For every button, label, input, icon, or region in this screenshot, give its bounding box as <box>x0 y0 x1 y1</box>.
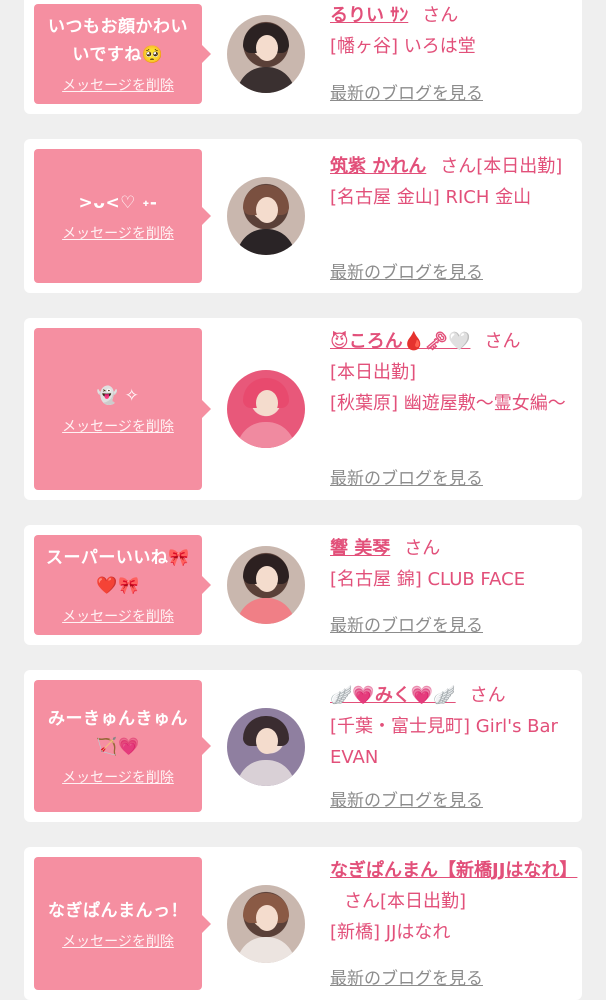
avatar[interactable] <box>227 15 305 93</box>
message-card: スーパーいいね🎀 ❤️🎀 メッセージを削除 響 美琴 さん [名古屋 錦] CLU… <box>24 525 582 645</box>
message-text: みーきゅんきゅん 🏹💗 <box>48 709 188 757</box>
avatar[interactable] <box>227 370 305 448</box>
delete-message-button[interactable]: メッセージを削除 <box>62 606 174 626</box>
avatar[interactable] <box>227 546 305 624</box>
message-card: 👻 ✧ メッセージを削除 😈ころん🩸🗝🤍 さん [本日出勤] [秋葉原] 幽遊屋敷… <box>24 318 582 500</box>
latest-blog-link[interactable]: 最新のブログを見る <box>330 611 483 636</box>
message-bubble: いつもお顔かわい いですね🥺 メッセージを削除 <box>34 4 211 104</box>
shop-name: [幡ヶ谷] いろは堂 <box>330 36 476 57</box>
profile-name-link[interactable]: るりい ｻﾝ <box>330 5 408 26</box>
avatar[interactable] <box>227 177 305 255</box>
message-card: みーきゅんきゅん 🏹💗 メッセージを削除 🪽💗みく💗🪽 さん [千葉・富士見町] … <box>24 670 582 822</box>
latest-blog-link[interactable]: 最新のブログを見る <box>330 79 483 104</box>
message-bubble: みーきゅんきゅん 🏹💗 メッセージを削除 <box>34 680 211 812</box>
honorific: さん[本日出勤] <box>440 156 563 177</box>
delete-message-button[interactable]: メッセージを削除 <box>62 75 174 95</box>
latest-blog-link[interactable]: 最新のブログを見る <box>330 258 483 283</box>
profile-info: 筑紫 かれん さん[本日出勤] [名古屋 金山] RICH 金山 <box>330 151 570 213</box>
shop-name: [千葉・富士見町] Girl's Bar EVAN <box>330 716 558 768</box>
message-bubble: 👻 ✧ メッセージを削除 <box>34 328 211 490</box>
delete-message-button[interactable]: メッセージを削除 <box>62 767 174 787</box>
message-bubble: >ᴗ<♡ ˖- メッセージを削除 <box>34 149 211 283</box>
avatar[interactable] <box>227 885 305 963</box>
profile-info: 🪽💗みく💗🪽 さん [千葉・富士見町] Girl's Bar EVAN <box>330 680 570 773</box>
profile-info: るりい ｻﾝ さん [幡ヶ谷] いろは堂 <box>330 0 570 62</box>
profile-name-link[interactable]: 響 美琴 <box>330 538 390 559</box>
profile-info: 😈ころん🩸🗝🤍 さん [本日出勤] [秋葉原] 幽遊屋敷～霊女編～ <box>330 326 570 419</box>
profile-info: 響 美琴 さん [名古屋 錦] CLUB FACE <box>330 533 570 595</box>
honorific: さん <box>484 331 521 352</box>
message-card: >ᴗ<♡ ˖- メッセージを削除 筑紫 かれん さん[本日出勤] [名古屋 金山]… <box>24 139 582 293</box>
shop-name: [名古屋 金山] RICH 金山 <box>330 187 532 208</box>
honorific: さん <box>422 5 459 26</box>
delete-message-button[interactable]: メッセージを削除 <box>62 931 174 951</box>
delete-message-button[interactable]: メッセージを削除 <box>62 223 174 243</box>
message-text: いつもお顔かわい いですね🥺 <box>48 17 188 65</box>
message-card-list: いつもお顔かわい いですね🥺 メッセージを削除 るりい ｻﾝ さん [幡ヶ谷] い… <box>0 0 606 1000</box>
profile-name-link[interactable]: 筑紫 かれん <box>330 156 426 177</box>
profile-info: なぎぱんまん【新橋JJはなれ】さん[本日出勤] [新橋] JJはなれ <box>330 855 577 948</box>
message-bubble: スーパーいいね🎀 ❤️🎀 メッセージを削除 <box>34 535 211 635</box>
profile-name-link[interactable]: 🪽💗みく💗🪽 <box>330 685 456 706</box>
message-text: なぎぱんまんっ！ <box>48 900 188 921</box>
honorific: さん[本日出勤] <box>344 891 467 912</box>
profile-name-link[interactable]: 😈ころん🩸🗝🤍 <box>330 331 470 352</box>
message-text: >ᴗ<♡ ˖- <box>78 193 158 213</box>
message-bubble: なぎぱんまんっ！ メッセージを削除 <box>34 857 211 990</box>
profile-name-link[interactable]: なぎぱんまん【新橋JJはなれ】 <box>330 860 577 881</box>
message-card: いつもお顔かわい いですね🥺 メッセージを削除 るりい ｻﾝ さん [幡ヶ谷] い… <box>24 0 582 114</box>
message-text: スーパーいいね🎀 ❤️🎀 <box>46 548 190 596</box>
honorific: さん <box>404 538 441 559</box>
shop-name: [新橋] JJはなれ <box>330 922 451 943</box>
latest-blog-link[interactable]: 最新のブログを見る <box>330 464 483 489</box>
latest-blog-link[interactable]: 最新のブログを見る <box>330 964 483 989</box>
honorific: さん <box>469 685 506 706</box>
message-text: 👻 ✧ <box>96 386 140 406</box>
shop-name: [本日出勤] [秋葉原] 幽遊屋敷～霊女編～ <box>330 362 566 414</box>
delete-message-button[interactable]: メッセージを削除 <box>62 416 174 436</box>
latest-blog-link[interactable]: 最新のブログを見る <box>330 786 483 811</box>
avatar[interactable] <box>227 708 305 786</box>
message-card: なぎぱんまんっ！ メッセージを削除 なぎぱんまん【新橋JJはなれ】さん[本日出勤… <box>24 847 582 1000</box>
shop-name: [名古屋 錦] CLUB FACE <box>330 569 526 590</box>
